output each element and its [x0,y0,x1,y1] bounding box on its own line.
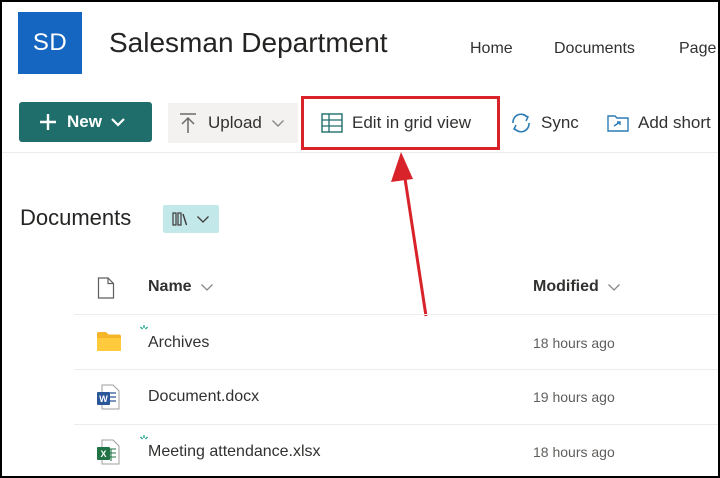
add-shortcut-button[interactable]: Add short [606,103,711,143]
screenshot-frame: SD Salesman Department Home Documents Pa… [0,0,720,478]
column-header-name[interactable]: Name [148,278,214,296]
command-bar-divider [2,152,718,153]
table-row[interactable]: W Document.docx 19 hours ago [2,370,718,424]
site-title[interactable]: Salesman Department [109,27,388,59]
chevron-down-icon [111,118,125,127]
plus-icon [40,114,56,130]
new-button-label: New [67,112,102,131]
excel-workbook-icon: X [97,439,120,465]
file-modified: 18 hours ago [533,335,615,351]
svg-text:X: X [100,449,106,459]
file-modified: 19 hours ago [533,389,615,405]
svg-text:W: W [99,394,108,404]
library-title: Documents [20,205,132,230]
column-header-modified-label: Modified [533,278,599,295]
table-row[interactable]: Archives 18 hours ago [2,315,718,369]
new-item-indicator-icon [140,325,148,330]
nav-link-documents[interactable]: Documents [554,40,635,58]
sync-button-label: Sync [541,113,579,132]
chevron-down-icon [197,215,209,223]
table-row[interactable]: X Meeting attendance.xlsx 18 hours ago [2,425,718,476]
site-logo[interactable]: SD [18,12,82,74]
annotation-arrow [391,152,428,317]
new-button[interactable]: New [19,102,152,142]
add-shortcut-label: Add short [638,113,711,132]
view-options-button[interactable] [163,205,219,233]
chevron-down-icon [271,119,284,127]
nav-link-pages[interactable]: Page [679,40,716,58]
site-logo-initials: SD [32,29,68,56]
upload-icon [180,113,196,133]
chevron-down-icon [607,283,620,291]
upload-button[interactable]: Upload [168,103,298,143]
file-type-icon[interactable] [97,277,115,299]
sync-button[interactable]: Sync [509,103,579,143]
file-name[interactable]: Archives [148,334,209,352]
file-modified: 18 hours ago [533,444,615,460]
sync-icon [512,113,530,133]
nav-link-home[interactable]: Home [470,40,513,58]
column-header-modified[interactable]: Modified [533,278,621,296]
folder-icon [97,332,121,351]
word-document-icon: W [97,384,120,410]
chevron-down-icon [200,283,213,291]
file-name[interactable]: Meeting attendance.xlsx [148,443,321,461]
library-view-icon [172,212,188,226]
file-name[interactable]: Document.docx [148,388,259,406]
upload-button-label: Upload [208,113,262,132]
column-header-name-label: Name [148,278,192,295]
add-shortcut-icon [607,115,629,132]
annotation-highlight-box [301,96,500,150]
